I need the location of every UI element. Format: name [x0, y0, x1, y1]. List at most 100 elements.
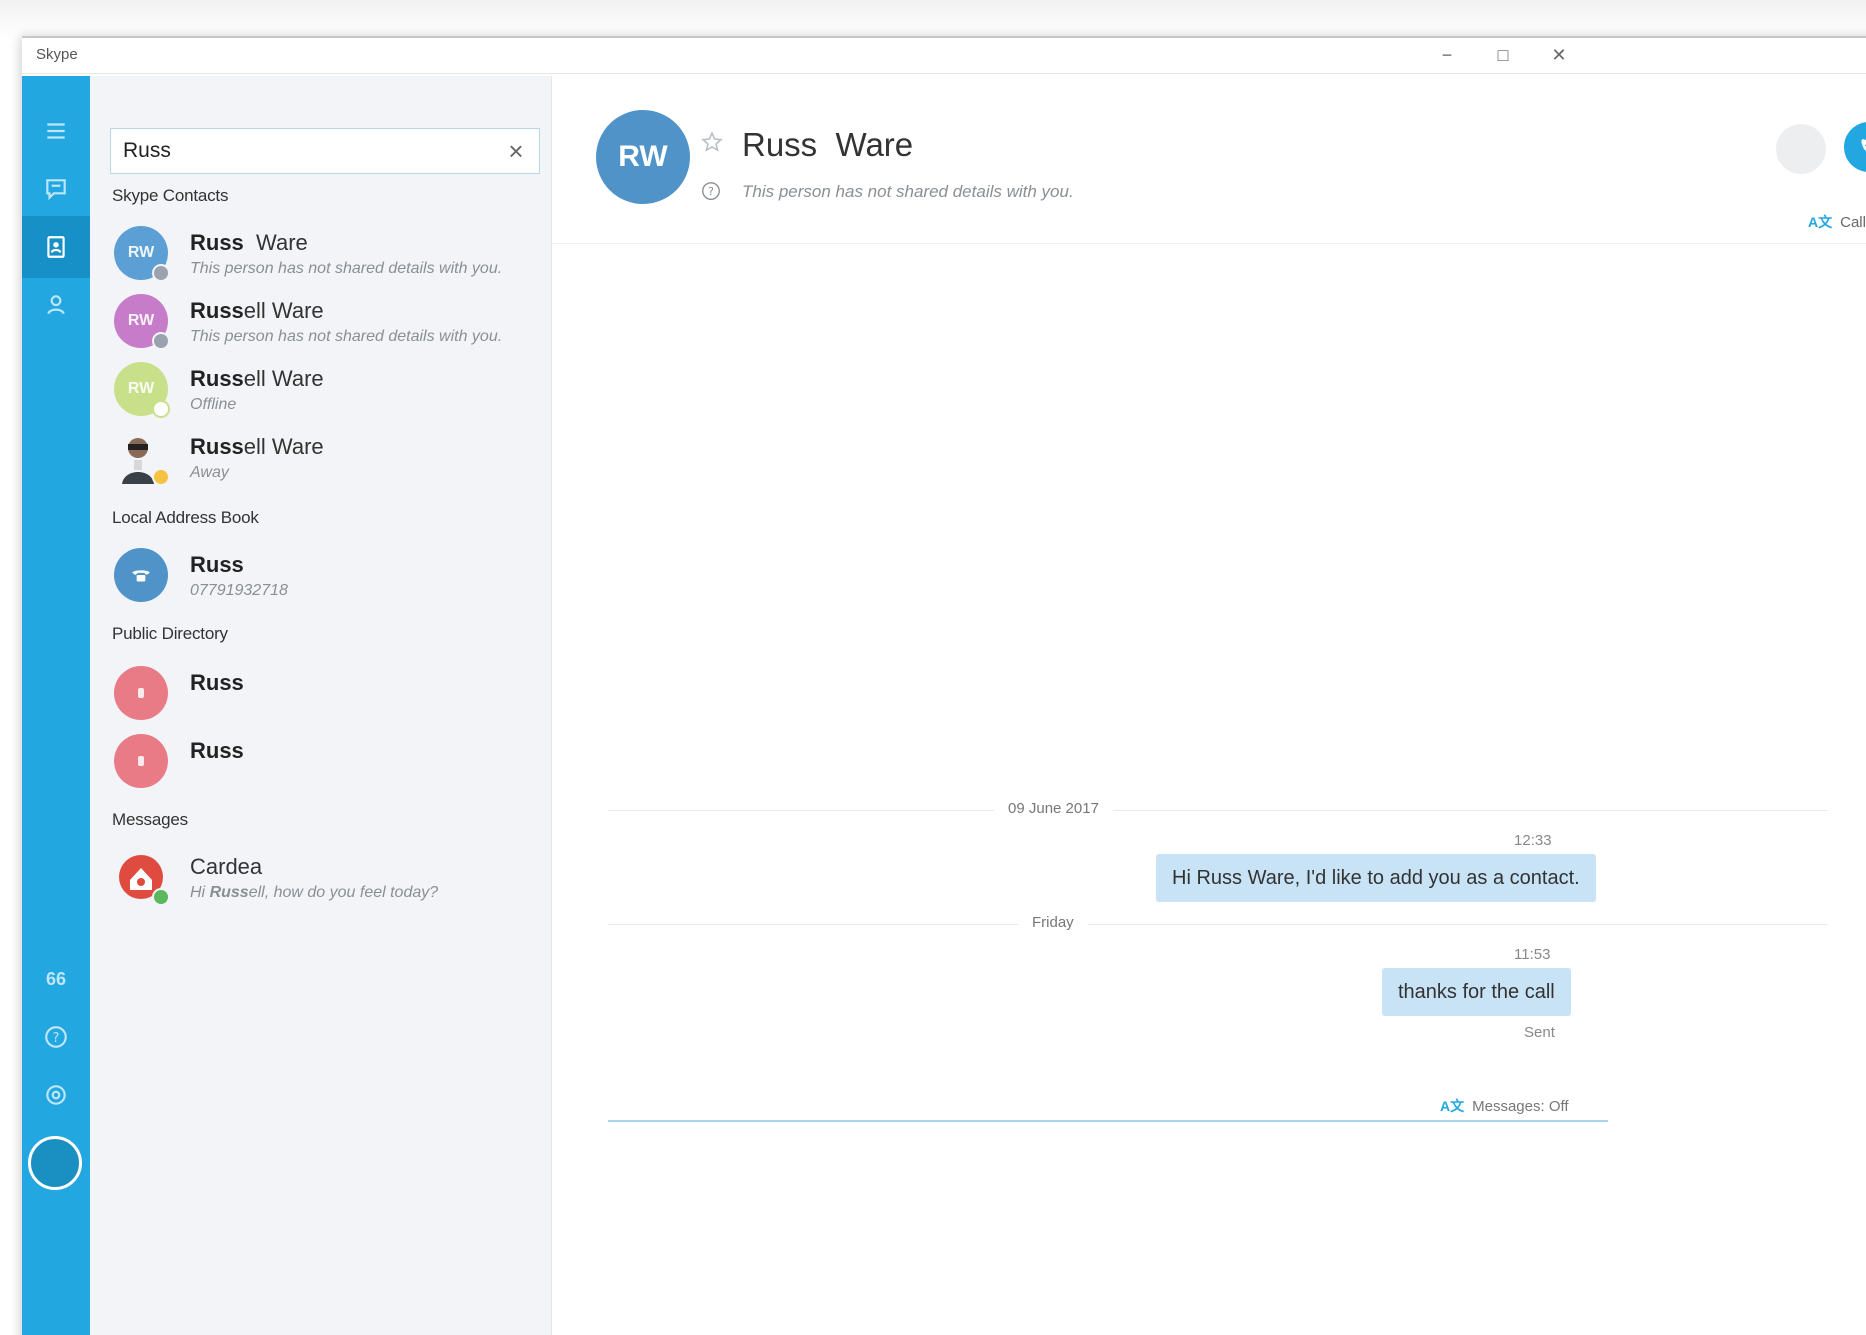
- avatar-initials: RW: [127, 380, 155, 397]
- directory-item[interactable]: Russ: [104, 726, 544, 802]
- skype-window: Skype − □ ✕ 66 ? Russ × Skype Contacts R…: [22, 36, 1866, 1335]
- contacts-button[interactable]: [22, 216, 90, 278]
- conversation-pane: RW Russ Ware ? This person has not share…: [552, 76, 1866, 1335]
- section-public-directory: Public Directory: [112, 624, 228, 643]
- name-match: Russ: [190, 670, 244, 695]
- help-button[interactable]: ?: [22, 1006, 90, 1068]
- minimize-button[interactable]: −: [1432, 42, 1462, 68]
- presence-icon: [152, 332, 170, 350]
- section-local-address-book: Local Address Book: [112, 508, 259, 527]
- svg-text:?: ?: [53, 1031, 60, 1046]
- quote-icon[interactable]: 66: [22, 948, 90, 1010]
- conversation-subtitle: This person has not shared details with …: [742, 182, 1074, 201]
- day-label: 09 June 2017: [994, 800, 1113, 817]
- recent-chats-button[interactable]: [22, 158, 90, 220]
- preview-post: ell, how do you feel today?: [248, 884, 439, 901]
- messages-status-text: Messages: Off: [1472, 1098, 1569, 1115]
- app-title: Skype: [36, 46, 78, 63]
- settings-button[interactable]: [22, 1064, 90, 1126]
- contact-name: Russell Ware: [190, 434, 324, 460]
- contact-name: Russ Ware: [190, 230, 308, 256]
- address-book-item[interactable]: Russ 07791932718: [104, 540, 544, 616]
- phone-icon: [132, 570, 150, 582]
- section-skype-contacts: Skype Contacts: [112, 186, 229, 205]
- search-input[interactable]: [123, 135, 493, 167]
- day-label: Friday: [1018, 914, 1088, 931]
- message-bubble[interactable]: thanks for the call: [1382, 968, 1571, 1016]
- presence-away-icon: [152, 468, 170, 486]
- title-bar: Skype − □ ✕: [22, 38, 1866, 74]
- audio-call-button[interactable]: [1844, 122, 1866, 172]
- conversation-title: Russ Ware: [742, 126, 914, 163]
- conversation-avatar[interactable]: RW: [596, 110, 690, 204]
- translator-icon: A文: [1440, 1098, 1465, 1114]
- contacts-icon: [47, 236, 65, 258]
- day-divider: [608, 810, 1828, 811]
- info-icon[interactable]: ?: [700, 180, 722, 202]
- name-rest: ell Ware: [243, 298, 324, 323]
- translator-icon: A文: [1808, 214, 1833, 230]
- navigation-rail: 66 ?: [22, 76, 90, 1335]
- message-preview: Hi Russell, how do you feel today?: [190, 884, 438, 902]
- message-result-item[interactable]: Cardea Hi Russell, how do you feel today…: [104, 842, 544, 918]
- conversation-header: RW Russ Ware ? This person has not share…: [552, 76, 1866, 244]
- contact-name: Russ: [190, 738, 244, 764]
- calls-translator-status[interactable]: A文 Calls: Of: [1808, 212, 1866, 232]
- name-rest: ell Ware: [243, 434, 324, 459]
- svg-text:?: ?: [708, 185, 714, 198]
- search-box: ×: [110, 128, 540, 174]
- contact-item[interactable]: RW Russell Ware Offline: [104, 354, 544, 430]
- directory-item[interactable]: Russ: [104, 658, 544, 734]
- preview-pre: Hi: [190, 884, 210, 901]
- person-icon: [138, 756, 144, 766]
- video-call-button[interactable]: [1776, 124, 1826, 174]
- name-match: Russ: [190, 434, 244, 459]
- name-match: Russ: [190, 738, 244, 763]
- name-match: Russ: [190, 366, 244, 391]
- contact-status: Offline: [190, 396, 237, 413]
- contact-name: Russ: [190, 552, 244, 578]
- settings-icon: [46, 1085, 66, 1105]
- contact-item[interactable]: RW Russell Ware This person has not shar…: [104, 286, 544, 362]
- directory-avatar: [114, 734, 168, 788]
- phone-avatar: [114, 548, 168, 602]
- message-sent-status: Sent: [1524, 1024, 1555, 1041]
- people-button[interactable]: [22, 274, 90, 336]
- name-match: Russ: [190, 230, 244, 255]
- contact-name: Cardea: [190, 854, 263, 879]
- menu-button[interactable]: [22, 100, 90, 162]
- message-bubble[interactable]: Hi Russ Ware, I'd like to add you as a c…: [1156, 854, 1596, 902]
- presence-icon: [152, 264, 170, 282]
- maximize-button[interactable]: □: [1488, 42, 1518, 68]
- person-icon: [138, 688, 144, 698]
- contact-status: Away: [190, 464, 229, 481]
- day-divider: [608, 924, 1828, 925]
- close-button[interactable]: ✕: [1544, 42, 1574, 68]
- name-match: Russ: [190, 552, 244, 577]
- help-icon: ?: [45, 1026, 67, 1048]
- messages-translator-status[interactable]: A文 Messages: Off: [1440, 1096, 1569, 1116]
- presence-online-icon: [152, 888, 170, 906]
- clear-search-icon[interactable]: ×: [503, 137, 529, 165]
- section-messages: Messages: [112, 810, 188, 829]
- contact-item[interactable]: RW Russ Ware This person has not shared …: [104, 218, 544, 294]
- contact-name: Russell Ware: [190, 298, 324, 324]
- avatar-initials: RW: [127, 312, 155, 329]
- contact-phone: 07791932718: [190, 582, 288, 599]
- profile-avatar[interactable]: [28, 1136, 82, 1190]
- name-match: Russ: [190, 298, 244, 323]
- contact-name: Russ: [190, 670, 244, 696]
- favorite-star-icon[interactable]: [700, 130, 724, 154]
- people-icon: [47, 295, 65, 315]
- contact-status: This person has not shared details with …: [190, 328, 503, 345]
- name-rest: ell Ware: [243, 366, 324, 391]
- calls-status-text: Calls: Of: [1840, 214, 1866, 231]
- screen: Skype − □ ✕ 66 ? Russ × Skype Contacts R…: [0, 0, 1866, 1335]
- contact-item[interactable]: Russell Ware Away: [104, 422, 544, 498]
- preview-match: Russ: [209, 884, 249, 901]
- contact-name: Russell Ware: [190, 366, 324, 392]
- contacts-panel: × Skype Contacts RW Russ Ware This perso…: [90, 76, 552, 1335]
- message-time: 11:53: [1514, 946, 1551, 963]
- contact-status: This person has not shared details with …: [190, 260, 503, 277]
- chat-icon: [46, 179, 66, 201]
